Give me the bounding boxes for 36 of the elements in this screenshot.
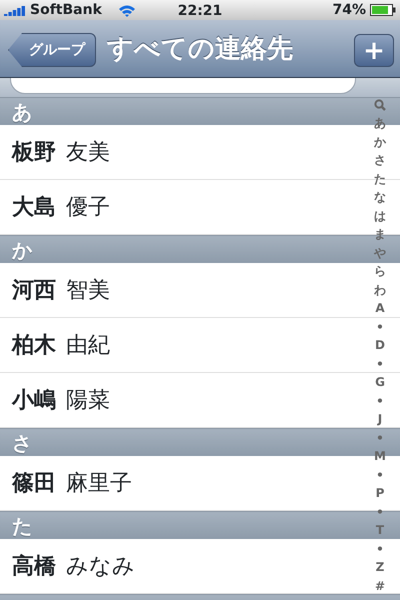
contact-name[interactable]: 柏木 由紀: [12, 328, 110, 362]
index-letter[interactable]: •: [376, 392, 384, 410]
contact-name[interactable]: 小嶋 陽菜: [12, 384, 110, 416]
index-letter[interactable]: た: [374, 170, 386, 188]
index-letter[interactable]: ら: [374, 262, 386, 280]
index-letter[interactable]: #: [374, 576, 386, 595]
index-letter[interactable]: •: [376, 354, 384, 373]
wifi-icon: [118, 4, 136, 16]
index-letter[interactable]: は: [374, 206, 386, 225]
index-letter[interactable]: •: [376, 466, 384, 484]
contact-name[interactable]: 篠田 麻里子: [12, 466, 132, 500]
contact-name[interactable]: 河西 智美: [12, 274, 110, 306]
index-letter[interactable]: さ: [374, 151, 386, 170]
index-letter[interactable]: P: [376, 484, 384, 502]
back-button[interactable]: グループ: [8, 33, 96, 67]
index-letter[interactable]: な: [374, 188, 386, 206]
index-letter[interactable]: A: [375, 299, 385, 318]
index-letter[interactable]: G: [375, 373, 385, 392]
contact-name[interactable]: 高橋 みなみ: [12, 550, 135, 582]
add-button[interactable]: +: [354, 34, 394, 67]
nav-title: すべての連絡先: [107, 33, 293, 66]
index-letter[interactable]: •: [376, 540, 384, 558]
index-letter[interactable]: わ: [374, 280, 386, 299]
status-time: 22:21: [178, 2, 222, 21]
index-letter[interactable]: D: [375, 336, 385, 354]
contact-name[interactable]: 大島 優子: [12, 190, 110, 224]
index-letter[interactable]: か: [374, 132, 386, 151]
battery-percent: 74%: [332, 0, 366, 20]
index-letter[interactable]: Z: [376, 558, 384, 576]
battery-icon: [370, 4, 396, 16]
search-icon[interactable]: [374, 99, 386, 111]
contact-name[interactable]: 板野 友美: [12, 136, 110, 168]
signal-icon: [4, 4, 26, 16]
index-letter[interactable]: •: [376, 318, 384, 336]
carrier-name: SoftBank: [30, 0, 102, 20]
index-letter[interactable]: J: [378, 410, 382, 428]
